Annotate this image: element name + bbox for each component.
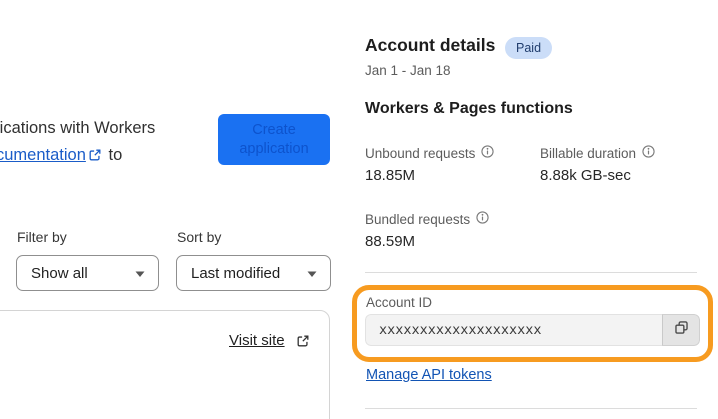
stat-label-text: Bundled requests [365,211,471,227]
external-link-icon [88,144,102,171]
paid-badge: Paid [505,37,553,59]
manage-api-tokens-link[interactable]: Manage API tokens [366,367,492,383]
account-id-value: xxxxxxxxxxxxxxxxxxxx [379,322,542,338]
stat-label-text: Unbound requests [365,145,476,161]
paid-badge-label: Paid [516,41,542,55]
bundled-requests-value: 88.59M [365,233,416,250]
account-id-field[interactable]: xxxxxxxxxxxxxxxxxxxx [365,314,662,346]
create-application-label-line2: application [239,140,309,157]
divider [365,272,697,273]
external-link-icon [296,334,310,353]
account-id-label: Account ID [366,295,433,310]
info-icon[interactable] [476,211,489,227]
sort-dropdown[interactable]: Last modified [176,255,331,291]
visit-site-label: Visit site [229,332,285,349]
filter-by-label: Filter by [17,229,67,245]
unbound-requests-value: 18.85M [365,167,416,184]
account-id-group: xxxxxxxxxxxxxxxxxxxx [365,314,700,346]
chevron-down-icon [135,265,145,282]
create-application-label-line1: Create [252,121,296,138]
account-details-title: Account details [365,35,496,55]
documentation-link[interactable]: cumentation [0,146,86,164]
billable-duration-value: 8.88k GB-sec [540,167,631,184]
info-icon[interactable] [481,145,494,161]
filter-dropdown[interactable]: Show all [16,255,159,291]
copy-icon [673,319,690,341]
divider [365,408,697,409]
stat-label-text: Billable duration [540,145,637,161]
intro-line1: lications with Workers [0,119,156,137]
chevron-down-icon [307,265,317,282]
sort-by-label: Sort by [177,229,222,245]
workers-pages-functions-title: Workers & Pages functions [365,100,573,117]
intro-text: lications with Workers cumentation to [0,115,155,171]
bundled-requests-label: Bundled requests [365,211,489,227]
date-range: Jan 1 - Jan 18 [365,63,451,78]
info-icon[interactable] [642,145,655,161]
project-card [0,310,330,419]
create-application-button[interactable]: Create application [218,114,330,165]
intro-after-link: to [108,146,123,164]
filter-dropdown-value: Show all [31,264,88,282]
sort-dropdown-value: Last modified [191,264,281,282]
billable-duration-label: Billable duration [540,145,655,161]
visit-site-link[interactable]: Visit site [229,332,285,349]
copy-account-id-button[interactable] [662,314,700,346]
unbound-requests-label: Unbound requests [365,145,494,161]
